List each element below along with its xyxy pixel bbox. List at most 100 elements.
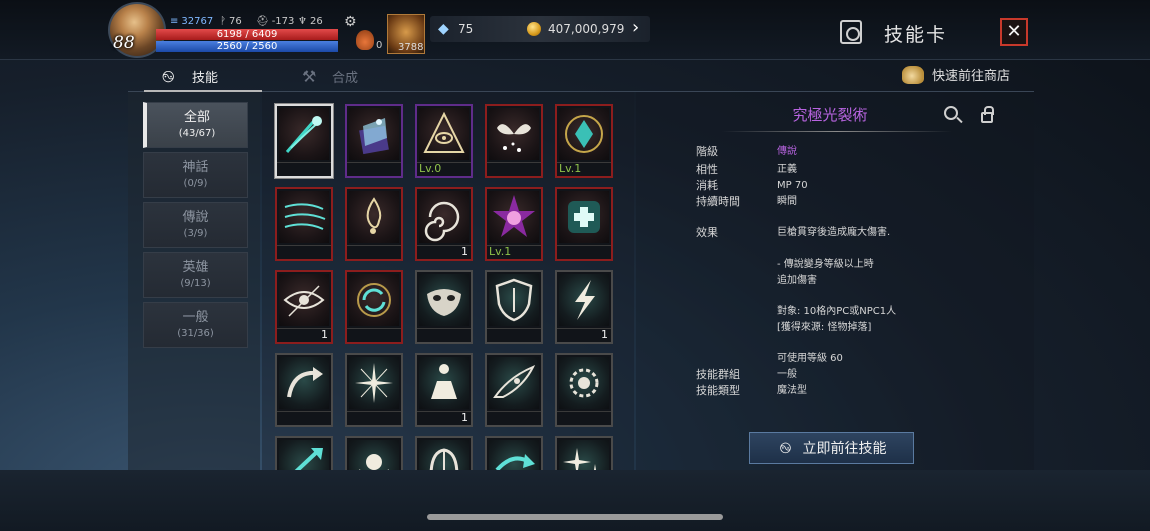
go-to-skill-button[interactable]: ࿊ 立即前往技能 <box>749 432 914 464</box>
tab-skills[interactable]: ࿊ 技能 <box>144 62 262 92</box>
money-bag-icon <box>902 66 924 84</box>
category-name: 神話 <box>182 160 209 175</box>
orb-icon <box>349 440 399 470</box>
skill-quantity: 1 <box>461 411 468 424</box>
skill-card-footer <box>277 411 331 425</box>
anvil-icon: ⚒ <box>302 67 317 86</box>
category-normal[interactable]: 一般 (31/36) <box>143 302 248 348</box>
skill-card-footer: 1 <box>277 328 331 342</box>
category-name: 傳說 <box>182 210 209 225</box>
skill-swirl-icon: ࿊ <box>779 439 792 457</box>
lock-icon[interactable] <box>981 106 994 123</box>
affinity-label: 相性 <box>696 163 718 176</box>
skill-card[interactable]: 1 <box>555 270 613 344</box>
diamond-count: 75 <box>458 22 474 36</box>
gear-icon[interactable]: ⚙ <box>344 14 357 30</box>
skill-card-footer <box>487 328 541 342</box>
gold-coin-icon <box>527 22 541 36</box>
category-all[interactable]: 全部 (43/67) <box>143 102 248 148</box>
skill-card-footer <box>347 245 401 259</box>
eye-pyramid-icon <box>419 108 469 160</box>
search-icon[interactable] <box>944 106 958 120</box>
skill-card-footer <box>487 162 541 176</box>
category-mythic[interactable]: 神話 (0/9) <box>143 152 248 198</box>
defense-stat: ⛑ -173 <box>256 16 294 27</box>
duration-label: 持續時間 <box>696 195 740 208</box>
close-button[interactable]: ✕ <box>1000 18 1028 46</box>
skill-card[interactable] <box>345 104 403 178</box>
skill-card[interactable]: 1 <box>275 270 333 344</box>
skill-card-footer <box>277 162 331 176</box>
skill-card[interactable] <box>345 187 403 261</box>
skill-card[interactable]: 1 <box>415 353 473 427</box>
tab-synthesis[interactable]: ⚒ 合成 <box>284 62 374 92</box>
category-count: (9/13) <box>180 278 211 289</box>
skill-card[interactable] <box>555 353 613 427</box>
skill-card[interactable] <box>485 436 543 470</box>
skill-card-footer <box>417 328 471 342</box>
power-stat: ≡ 32767 <box>170 16 213 27</box>
home-indicator[interactable] <box>427 514 723 520</box>
effect-label: 效果 <box>696 226 718 239</box>
attack-stat: ᚹ 76 <box>220 16 242 27</box>
potion-count: 0 <box>376 40 383 51</box>
potion-icon[interactable] <box>356 30 374 50</box>
category-name: 全部 <box>183 110 210 125</box>
effect-line: [獲得來源: 怪物掉落] <box>777 322 872 333</box>
skill-card[interactable]: Lv.1 <box>555 104 613 178</box>
skill-card[interactable] <box>275 104 333 178</box>
shop-link[interactable]: 快速前往商店 <box>902 66 1010 88</box>
skill-card[interactable] <box>555 187 613 261</box>
skill-card[interactable] <box>485 104 543 178</box>
spellbook-icon <box>349 108 399 160</box>
skill-card[interactable] <box>275 353 333 427</box>
category-hero[interactable]: 英雄 (9/13) <box>143 252 248 298</box>
skill-card-footer: Lv.1 <box>557 162 611 176</box>
skill-card[interactable] <box>275 187 333 261</box>
bottom-area <box>0 470 1150 531</box>
skill-card[interactable] <box>485 270 543 344</box>
skill-card[interactable]: 1 <box>415 187 473 261</box>
effect-line: 巨槍貫穿後造成龐大傷害. <box>777 227 891 238</box>
arrow-strike-icon <box>279 440 329 470</box>
cost-label: 消耗 <box>696 179 718 192</box>
skill-card-footer <box>277 245 331 259</box>
chevron-right-icon[interactable]: › <box>632 18 639 38</box>
go-to-skill-label: 立即前往技能 <box>802 441 887 457</box>
skill-quantity: 1 <box>321 328 328 341</box>
crystal-crest-icon <box>559 108 609 160</box>
skill-name: 究極光裂術 <box>792 106 868 124</box>
skill-card[interactable] <box>345 270 403 344</box>
skill-card[interactable] <box>345 436 403 470</box>
skill-card-footer: 1 <box>557 328 611 342</box>
category-count: (31/36) <box>177 328 214 339</box>
skill-card[interactable] <box>555 436 613 470</box>
skill-card[interactable]: Lv.0 <box>415 104 473 178</box>
mask-icon <box>419 274 469 326</box>
title-divider <box>722 131 952 132</box>
group-label: 技能群組 <box>696 368 740 381</box>
defense-value: -173 <box>271 16 295 27</box>
attack-value: 76 <box>229 16 242 27</box>
skill-card[interactable] <box>275 436 333 470</box>
skill-card-footer <box>347 411 401 425</box>
comet-icon <box>279 108 329 160</box>
skill-card[interactable]: Lv.1 <box>485 187 543 261</box>
skill-level: Lv.1 <box>489 245 512 258</box>
effect-line: 對象: 10格內PC或NPC1人 <box>777 306 897 317</box>
trophy-stat: ♆ 26 <box>298 16 323 27</box>
skill-card[interactable] <box>485 353 543 427</box>
skill-card[interactable] <box>415 270 473 344</box>
skill-quantity: 1 <box>601 328 608 341</box>
shield-icon <box>489 274 539 326</box>
category-legend[interactable]: 傳說 (3/9) <box>143 202 248 248</box>
skill-card-footer <box>487 411 541 425</box>
sparkle-icon <box>559 440 609 470</box>
wind-streams-icon <box>279 191 329 243</box>
affinity-value: 正義 <box>777 164 797 175</box>
category-count: (0/9) <box>183 178 208 189</box>
skill-card-footer <box>347 162 401 176</box>
skill-card[interactable] <box>415 436 473 470</box>
skill-card-footer: 1 <box>417 411 471 425</box>
skill-card[interactable] <box>345 353 403 427</box>
